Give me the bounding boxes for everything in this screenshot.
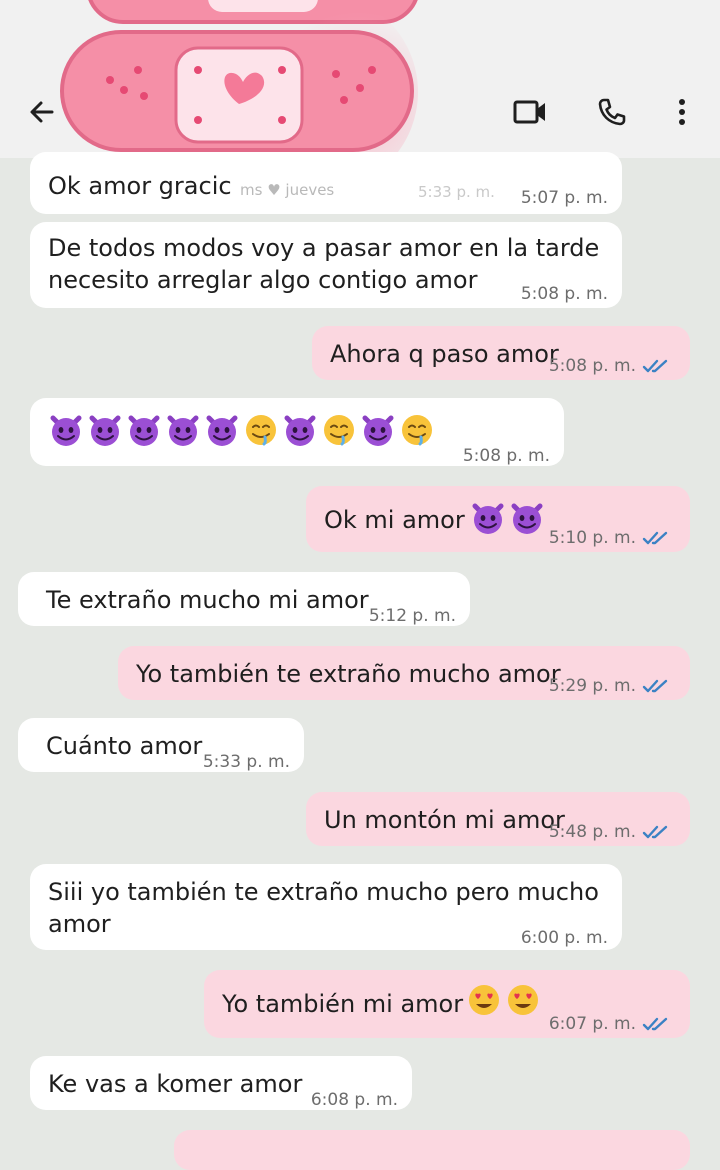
pink-bandage-heart-sticker — [60, 0, 418, 162]
smiling-imp-emoji — [89, 415, 121, 446]
back-button[interactable] — [22, 92, 62, 132]
message-text: Un montón mi amor — [324, 806, 565, 834]
message-text: Ok mi amor — [324, 506, 465, 534]
message-time: 5:08 p. m. — [462, 446, 550, 466]
chat-header — [0, 0, 720, 162]
message-time: 5:08 p. m. — [520, 284, 608, 304]
message-bubble-incoming[interactable]: Siii yo también te extraño mucho pero mu… — [30, 864, 622, 950]
message-text: De todos modos voy a pasar amor en la ta… — [48, 234, 600, 262]
message-text: Ok amor gracic — [48, 172, 232, 200]
message-text: Ahora q paso amor — [330, 340, 559, 368]
message-bubble-incoming[interactable]: 5:08 p. m. — [30, 398, 564, 466]
heart-eyes-emoji — [469, 985, 499, 1015]
message-bubble-outgoing[interactable]: Ahora q paso amor 5:08 p. m. — [312, 326, 690, 380]
emoji-row — [470, 500, 545, 536]
smiling-imp-emoji — [206, 415, 238, 446]
message-bubble-incoming[interactable]: Ke vas a komer amor 6:08 p. m. — [30, 1056, 412, 1110]
heart-eyes-emoji — [508, 985, 538, 1015]
message-bubble-incoming[interactable]: De todos modos voy a pasar amor en la ta… — [30, 222, 622, 308]
message-text: Yo también mi amor — [222, 990, 464, 1018]
arrow-left-icon — [30, 101, 54, 123]
double-check-read-icon — [642, 1017, 668, 1031]
message-bubble-incoming[interactable]: Te extraño mucho mi amor 5:12 p. m. — [18, 572, 470, 626]
smiling-imp-emoji — [128, 415, 160, 446]
phone-icon — [598, 98, 626, 126]
message-time: 5:07 p. m. — [520, 188, 608, 208]
message-text-line2: necesito arreglar algo contigo amor — [48, 266, 478, 294]
message-text-line2: amor — [48, 910, 111, 938]
message-time: 6:08 p. m. — [310, 1090, 398, 1110]
message-time: 5:12 p. m. — [368, 606, 456, 626]
emoji-row — [466, 982, 541, 1018]
emoji-row — [48, 412, 435, 448]
message-bubble-outgoing[interactable]: Ok mi amor 5:10 p. m. — [306, 486, 690, 552]
message-text: Siii yo también te extraño mucho pero mu… — [48, 878, 599, 906]
double-check-read-icon — [642, 359, 668, 373]
sticker-faint-text: ms ♥ jueves — [240, 181, 335, 199]
double-check-read-icon — [642, 825, 668, 839]
sticker-faint-time: 5:33 p. m. — [418, 183, 495, 201]
smiling-imp-emoji — [284, 415, 316, 446]
message-text: Te extraño mucho mi amor — [46, 586, 369, 614]
smiling-imp-emoji — [50, 415, 82, 446]
video-call-icon — [513, 100, 545, 124]
message-bubble-outgoing-partial[interactable] — [174, 1130, 690, 1170]
drooling-face-emoji — [402, 415, 432, 446]
more-options-button[interactable] — [662, 92, 702, 132]
double-check-read-icon — [642, 679, 668, 693]
message-meta: 5:29 p. m. — [549, 670, 672, 702]
double-check-read-icon — [642, 531, 668, 545]
message-text: Ke vas a komer amor — [48, 1070, 303, 1098]
voice-call-button[interactable] — [592, 92, 632, 132]
message-time: 5:29 p. m. — [548, 676, 636, 696]
message-text: Yo también te extraño mucho amor — [136, 660, 561, 688]
message-time: 5:48 p. m. — [548, 822, 636, 842]
message-text: Cuánto amor — [46, 732, 203, 760]
smiling-imp-emoji — [362, 415, 394, 446]
message-bubble-outgoing[interactable]: Yo también te extraño mucho amor 5:29 p.… — [118, 646, 690, 700]
message-bubble-outgoing[interactable]: Yo también mi amor 6:07 p. m. — [204, 970, 690, 1038]
message-time: 5:33 p. m. — [202, 752, 290, 772]
video-call-button[interactable] — [510, 92, 550, 132]
message-time: 5:08 p. m. — [548, 356, 636, 376]
drooling-face-emoji — [246, 415, 276, 446]
more-vertical-icon — [679, 99, 685, 125]
message-meta: 5:08 p. m. — [549, 350, 672, 382]
smiling-imp-emoji — [511, 503, 543, 534]
message-bubble-outgoing[interactable]: Un montón mi amor 5:48 p. m. — [306, 792, 690, 846]
message-meta: 6:07 p. m. — [549, 1008, 672, 1040]
message-time: 5:10 p. m. — [548, 528, 636, 548]
drooling-face-emoji — [324, 415, 354, 446]
message-bubble-incoming[interactable]: Cuánto amor 5:33 p. m. — [18, 718, 304, 772]
message-meta: 5:48 p. m. — [549, 816, 672, 848]
message-time: 6:00 p. m. — [520, 928, 608, 948]
message-time: 6:07 p. m. — [548, 1014, 636, 1034]
smiling-imp-emoji — [167, 415, 199, 446]
message-bubble-incoming[interactable]: Ok amor gracic ms ♥ jueves 5:33 p. m. 5:… — [30, 152, 622, 214]
smiling-imp-emoji — [472, 503, 504, 534]
message-meta: 5:10 p. m. — [549, 522, 672, 554]
